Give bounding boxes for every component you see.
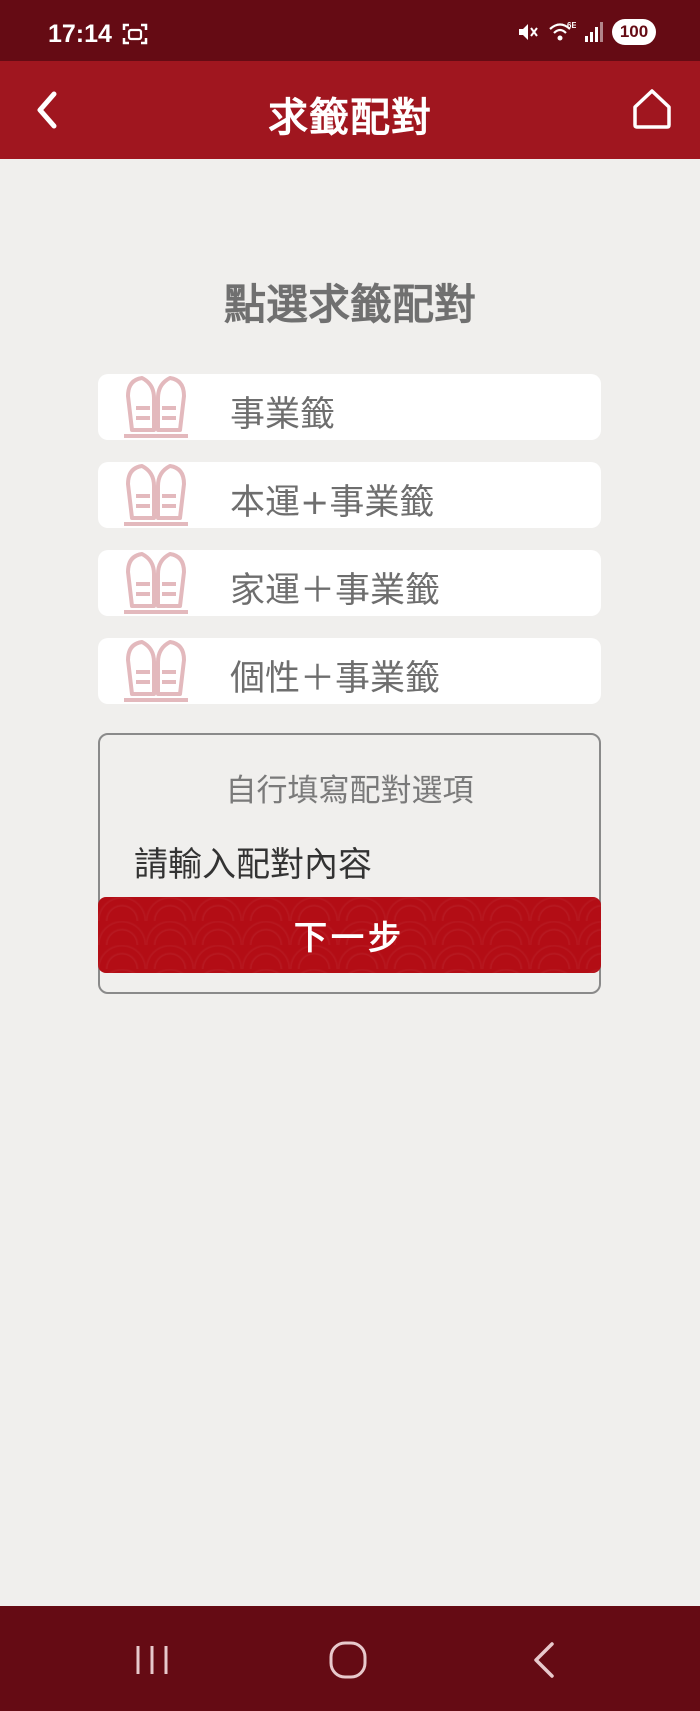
system-home-icon[interactable] [328,1640,368,1680]
status-icons: 6E 100 [516,18,656,46]
status-time: 17:14 [48,20,112,48]
screenshot-icon [122,23,148,45]
option-label: 本運+事業籤 [230,483,435,523]
option-family-career-lot[interactable]: 家運＋事業籤 [98,550,601,616]
pairing-content-input[interactable] [134,843,564,887]
lot-slip-icon [124,376,188,438]
main-content: 點選求籤配對 事業籤 本運+事業籤 家運＋事業籤 個性＋事業籤 自行填寫配對選項… [0,159,700,1606]
page-title: 求籤配對 [268,95,432,141]
option-fortune-career-lot[interactable]: 本運+事業籤 [98,462,601,528]
mute-icon [519,24,538,40]
lot-slip-icon [124,552,188,614]
option-label: 家運＋事業籤 [230,571,441,611]
svg-text:6E: 6E [567,21,576,30]
lot-slip-icon [124,640,188,702]
battery-indicator: 100 [612,19,656,45]
lot-slip-icon [124,464,188,526]
custom-pairing-box: 自行填寫配對選項 下一步 [98,733,601,994]
wifi-icon: 6E [549,21,576,41]
option-personality-career-lot[interactable]: 個性＋事業籤 [98,638,601,704]
option-label: 事業籤 [230,395,336,435]
recent-apps-icon[interactable] [134,1644,170,1676]
next-step-button[interactable]: 下一步 [98,897,601,973]
home-icon[interactable] [630,87,674,131]
custom-pairing-title: 自行填寫配對選項 [225,773,474,809]
status-bar: 17:14 6E 100 [0,0,700,61]
app-header: 求籤配對 [0,61,700,159]
system-nav-bar [0,1606,700,1711]
option-label: 個性＋事業籤 [230,659,441,699]
signal-icon [585,22,603,42]
prompt-title: 點選求籤配對 [223,280,476,329]
option-career-lot[interactable]: 事業籤 [98,374,601,440]
system-back-icon[interactable] [530,1640,558,1680]
